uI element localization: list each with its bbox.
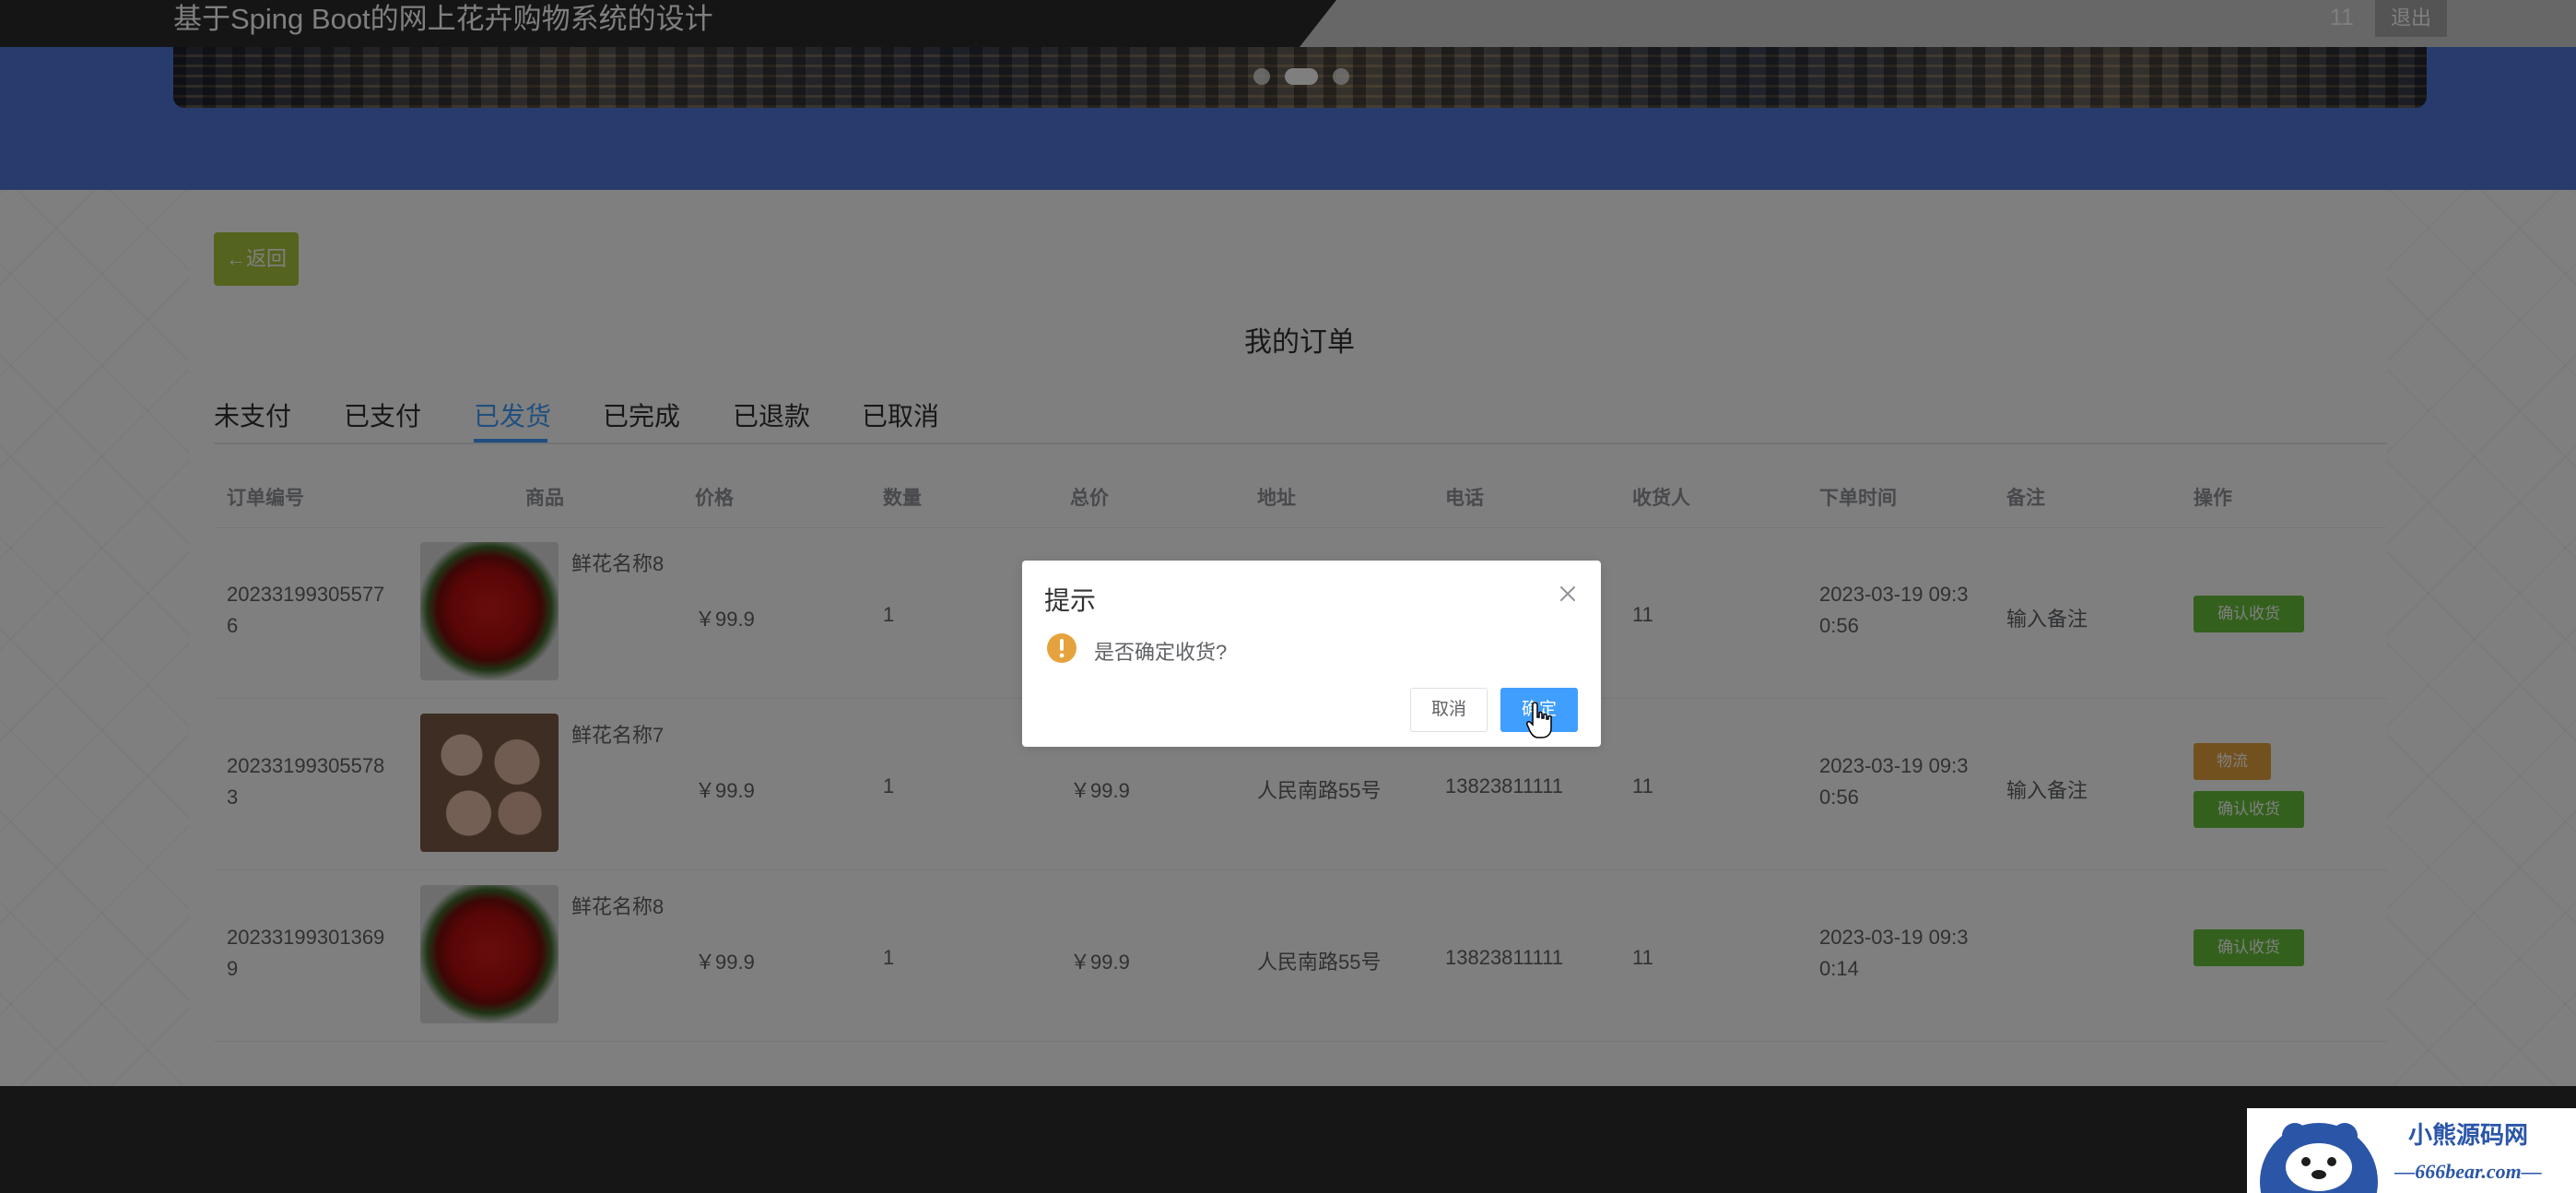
confirm-receipt-dialog: 提示 是否确定收货? 取消 确定 bbox=[1022, 561, 1601, 747]
hand-cursor-icon bbox=[1526, 702, 1552, 738]
watermark-line2: —666bear.com— bbox=[2394, 1160, 2542, 1183]
dialog-title: 提示 bbox=[1044, 586, 1097, 615]
dialog-message: 是否确定收货? bbox=[1094, 641, 1228, 664]
watermark-line1: 小熊源码网 bbox=[2408, 1121, 2528, 1149]
close-icon[interactable] bbox=[1557, 583, 1579, 605]
footer bbox=[0, 1086, 2576, 1193]
modal-overlay[interactable] bbox=[0, 0, 2576, 1086]
cancel-button[interactable]: 取消 bbox=[1410, 688, 1488, 732]
watermark-logo: 小熊源码网 —666bear.com— bbox=[2247, 1108, 2576, 1193]
warning-icon bbox=[1047, 633, 1076, 663]
